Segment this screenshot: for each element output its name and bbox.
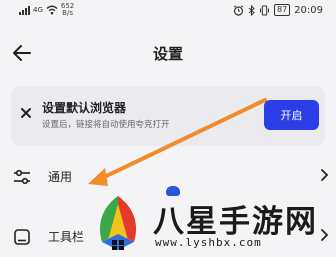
settings-item-label: 工具栏	[48, 230, 85, 244]
chevron-right-icon	[321, 229, 329, 241]
enable-button[interactable]: 开启	[264, 100, 319, 130]
chevron-right-icon	[321, 169, 329, 181]
page-title: 设置	[152, 45, 183, 63]
banner-description: 设置后，链接将自动使用夸克打开	[42, 120, 170, 130]
status-left: 4G 652 B/s	[19, 3, 74, 17]
banner-title: 设置默认浏览器	[42, 101, 127, 115]
status-time: 20:09	[294, 4, 323, 16]
close-icon[interactable]	[19, 106, 33, 120]
signal-icon	[19, 5, 30, 15]
partially-hidden-icon	[166, 186, 180, 196]
toolbar-icon	[14, 229, 30, 245]
status-bar: 4G 652 B/s 87 20:09	[0, 0, 336, 22]
network-type: 4G	[33, 6, 43, 14]
watermark-logo	[99, 196, 137, 250]
bluetooth-icon	[248, 4, 255, 16]
wifi-icon	[46, 5, 58, 15]
watermark-brand: 八星手游网	[153, 204, 318, 240]
watermark-url: www.lyshbx.com	[155, 236, 262, 249]
settings-item-label: 通用	[48, 170, 73, 184]
default-browser-banner: 设置默认浏览器 设置后，链接将自动使用夸克打开 开启	[11, 86, 325, 146]
battery-icon: 87	[273, 4, 291, 16]
net-speed-unit: B/s	[62, 9, 73, 17]
sliders-icon	[14, 169, 30, 185]
net-speed: 652 B/s	[61, 3, 74, 17]
vibrate-icon	[259, 5, 269, 15]
status-right: 87 20:09	[233, 4, 323, 16]
alarm-icon	[233, 4, 244, 16]
